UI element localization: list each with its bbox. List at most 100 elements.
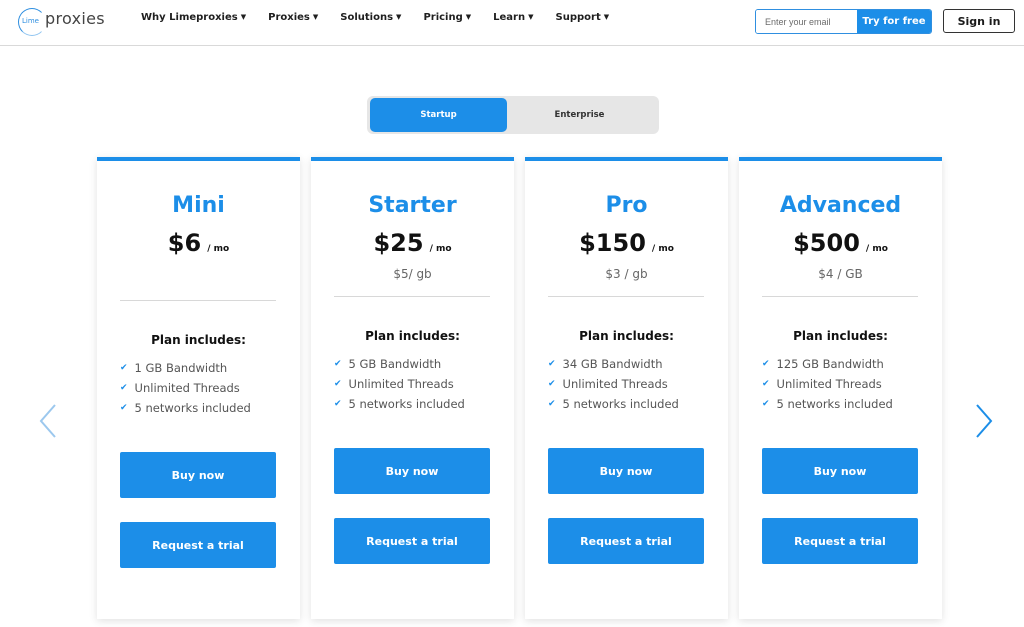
feature-item: ✔ 5 networks included	[762, 397, 893, 411]
request-trial-button[interactable]: Request a trial	[548, 518, 704, 564]
nav-label: Support	[555, 11, 601, 23]
feature-text: 5 networks included	[776, 397, 893, 411]
plan-card-mini: Mini $6 / mo Plan includes: ✔ 1 GB Bandwid…	[97, 157, 300, 619]
check-icon: ✔	[548, 379, 556, 389]
card-divider	[334, 296, 490, 297]
nav-why-limeproxies[interactable]: Why Limeproxies ▼	[141, 9, 246, 25]
check-icon: ✔	[334, 399, 342, 409]
check-icon: ✔	[120, 403, 128, 413]
price-unit: / mo	[429, 244, 452, 254]
price-amount: $6	[167, 229, 202, 257]
feature-text: Unlimited Threads	[134, 381, 240, 395]
feature-text: 125 GB Bandwidth	[776, 357, 884, 371]
chevron-down-icon: ▼	[240, 13, 247, 21]
feature-text: 5 networks included	[134, 401, 251, 415]
request-trial-button[interactable]: Request a trial	[334, 518, 490, 564]
check-icon: ✔	[334, 379, 342, 389]
chevron-left-icon[interactable]	[37, 402, 59, 440]
plan-includes-title: Plan includes:	[365, 329, 460, 343]
email-signup-form: Try for free	[755, 9, 932, 34]
card-divider	[762, 296, 918, 297]
price-per-gb: $3 / gb	[605, 267, 648, 281]
chevron-down-icon: ▼	[603, 13, 610, 21]
price-per-gb: $4 / GB	[818, 267, 863, 281]
try-for-free-button[interactable]: Try for free	[857, 10, 931, 33]
plan-includes-title: Plan includes:	[579, 329, 674, 343]
feature-item: ✔ Unlimited Threads	[120, 381, 240, 395]
plan-includes-title: Plan includes:	[793, 329, 888, 343]
chevron-right-icon[interactable]	[973, 402, 995, 440]
feature-item: ✔ 5 GB Bandwidth	[334, 357, 441, 371]
card-divider	[548, 296, 704, 297]
price-unit: / mo	[865, 244, 888, 254]
request-trial-button[interactable]: Request a trial	[120, 522, 276, 568]
feature-item: ✔ 125 GB Bandwidth	[762, 357, 884, 371]
feature-item: ✔ 5 networks included	[120, 401, 251, 415]
nav-label: Pricing	[423, 11, 463, 23]
logo-proxies-text: proxies	[45, 9, 105, 28]
plan-includes-title: Plan includes:	[151, 333, 246, 347]
nav-solutions[interactable]: Solutions ▼	[340, 9, 401, 25]
buy-now-button[interactable]: Buy now	[762, 448, 918, 494]
feature-text: 34 GB Bandwidth	[562, 357, 663, 371]
nav-label: Learn	[493, 11, 526, 23]
feature-text: 5 GB Bandwidth	[348, 357, 442, 371]
toggle-enterprise[interactable]: Enterprise	[511, 98, 648, 132]
feature-item: ✔ Unlimited Threads	[548, 377, 668, 391]
check-icon: ✔	[762, 379, 770, 389]
sign-in-button[interactable]: Sign in	[943, 9, 1015, 33]
feature-text: Unlimited Threads	[776, 377, 882, 391]
plan-type-toggle: Startup Enterprise	[367, 96, 659, 134]
plan-name: Mini	[172, 193, 225, 218]
feature-item: ✔ 34 GB Bandwidth	[548, 357, 663, 371]
email-input[interactable]	[756, 10, 857, 33]
plan-card-pro: Pro $150 / mo $3 / gb Plan includes: ✔ 34 …	[525, 157, 728, 619]
nav-label: Proxies	[268, 11, 310, 23]
nav-label: Solutions	[340, 11, 394, 23]
feature-item: ✔ 5 networks included	[548, 397, 679, 411]
chevron-down-icon: ▼	[312, 13, 319, 21]
feature-text: 5 networks included	[348, 397, 465, 411]
plan-name: Starter	[368, 193, 457, 218]
site-header: Lime proxies Why Limeproxies ▼ Proxies ▼ S…	[0, 0, 1024, 46]
feature-text: 1 GB Bandwidth	[134, 361, 228, 375]
buy-now-button[interactable]: Buy now	[548, 448, 704, 494]
nav-learn[interactable]: Learn ▼	[493, 9, 533, 25]
nav-label: Why Limeproxies	[141, 11, 238, 23]
price-amount: $150	[579, 229, 646, 257]
feature-text: 5 networks included	[562, 397, 679, 411]
plan-price: $150 / mo	[525, 229, 728, 257]
plan-card-advanced: Advanced $500 / mo $4 / GB Plan includes:…	[739, 157, 942, 619]
feature-text: Unlimited Threads	[348, 377, 454, 391]
chevron-down-icon: ▼	[465, 13, 472, 21]
chevron-down-icon: ▼	[528, 13, 534, 21]
plan-card-starter: Starter $25 / mo $5/ gb Plan includes: ✔ 5…	[311, 157, 514, 619]
buy-now-button[interactable]: Buy now	[334, 448, 490, 494]
logo-lime-text: Lime	[22, 17, 39, 25]
plan-name: Pro	[605, 193, 648, 218]
limeproxies-logo[interactable]: Lime proxies	[18, 6, 108, 36]
chevron-down-icon: ▼	[396, 13, 402, 21]
feature-item: ✔ Unlimited Threads	[762, 377, 882, 391]
plan-price: $500 / mo	[739, 229, 942, 257]
price-amount: $500	[793, 229, 860, 257]
check-icon: ✔	[120, 383, 128, 393]
check-icon: ✔	[548, 359, 556, 369]
feature-text: Unlimited Threads	[562, 377, 668, 391]
plan-price: $25 / mo	[311, 229, 514, 257]
feature-item: ✔ 1 GB Bandwidth	[120, 361, 227, 375]
plan-name: Advanced	[779, 193, 902, 218]
buy-now-button[interactable]: Buy now	[120, 452, 276, 498]
main-nav: Why Limeproxies ▼ Proxies ▼ Solutions ▼ Pri…	[141, 9, 631, 25]
toggle-startup[interactable]: Startup	[370, 98, 507, 132]
nav-pricing[interactable]: Pricing ▼	[423, 9, 471, 25]
nav-proxies[interactable]: Proxies ▼	[268, 9, 318, 25]
check-icon: ✔	[762, 399, 770, 409]
check-icon: ✔	[334, 359, 342, 369]
nav-support[interactable]: Support ▼	[556, 9, 610, 25]
request-trial-button[interactable]: Request a trial	[762, 518, 918, 564]
check-icon: ✔	[762, 359, 770, 369]
price-amount: $25	[373, 229, 424, 257]
feature-item: ✔ Unlimited Threads	[334, 377, 454, 391]
feature-item: ✔ 5 networks included	[334, 397, 465, 411]
